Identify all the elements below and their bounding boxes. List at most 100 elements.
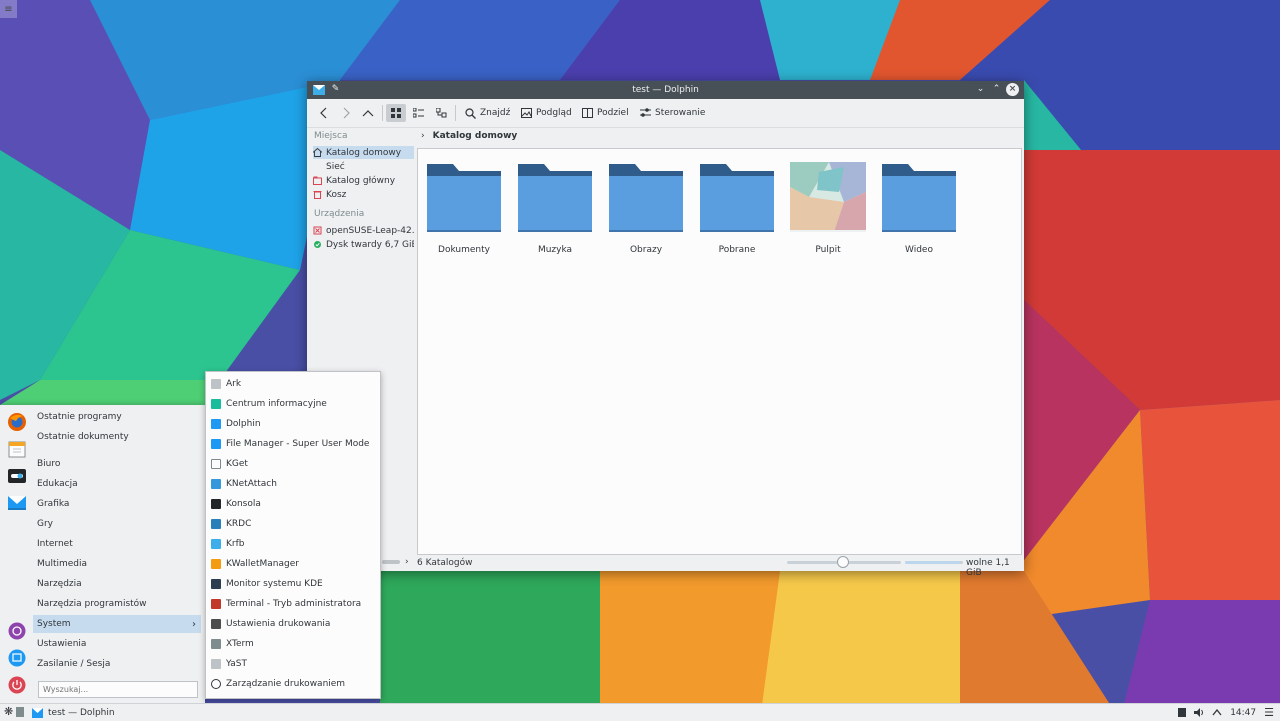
places-heading: Miejsca (314, 131, 348, 141)
menu-item-internet[interactable]: Internet (33, 535, 201, 553)
menu-item-graphics[interactable]: Grafika (33, 495, 201, 513)
menu-item-settings[interactable]: Ustawienia (33, 635, 201, 653)
split-button[interactable]: Podziel (582, 104, 629, 122)
task-dolphin[interactable]: test — Dolphin (32, 705, 115, 720)
details-view-button[interactable] (433, 104, 449, 122)
file-view[interactable]: Dokumenty Muzyka Obrazy Pobrane Pulpit W… (417, 148, 1022, 555)
favorite-dolphin[interactable] (3, 489, 31, 517)
volume-icon[interactable] (1194, 708, 1204, 717)
desktop-toolbox-button[interactable]: ≡ (0, 0, 17, 18)
compact-view-button[interactable] (410, 104, 426, 122)
menu-item-office[interactable]: Biuro (33, 455, 201, 473)
submenu-item-krfb[interactable]: Krfb (211, 535, 377, 553)
up-button[interactable] (360, 104, 376, 122)
submenu-item-info-center[interactable]: Centrum informacyjne (211, 395, 377, 413)
submenu-item-konsole[interactable]: Konsola (211, 495, 377, 513)
control-button[interactable]: Sterowanie (640, 104, 705, 122)
free-space-fill (905, 561, 961, 564)
find-button[interactable]: Znajdź (465, 104, 510, 122)
submenu-item-file-manager-su[interactable]: File Manager - Super User Mode (211, 435, 377, 453)
submenu-item-kget[interactable]: KGet (211, 455, 377, 473)
menu-item-system[interactable]: System › (33, 615, 201, 633)
favorite-settings[interactable] (3, 462, 31, 490)
breadcrumb[interactable]: › Katalog domowy (417, 127, 517, 145)
menu-item-development[interactable]: Narzędzia programistów (33, 595, 201, 613)
search-icon (465, 107, 476, 119)
submenu-item-label: KNetAttach (226, 479, 277, 489)
window-title: test — Dolphin (632, 85, 699, 95)
folder-item[interactable]: Dokumenty (424, 162, 504, 255)
status-chevron-icon: › (405, 557, 409, 567)
folder-item[interactable]: Pobrane (697, 162, 777, 255)
menu-item-label: Ostatnie dokumenty (37, 432, 129, 442)
network-icon[interactable] (1212, 709, 1222, 716)
network-icon (313, 162, 322, 171)
search-input[interactable] (38, 681, 198, 698)
folder-item[interactable]: Pulpit (788, 162, 868, 255)
menu-item-games[interactable]: Gry (33, 515, 201, 533)
system-monitor-icon (211, 579, 221, 589)
zoom-slider[interactable] (787, 556, 901, 568)
favorite-firefox[interactable] (3, 408, 31, 436)
menu-item-label: Grafika (37, 499, 70, 509)
folder-icon (425, 162, 503, 234)
submenu-item-print-management[interactable]: Zarządzanie drukowaniem (211, 675, 377, 693)
submenu-item-knetattach[interactable]: KNetAttach (211, 475, 377, 493)
app-launcher-icon[interactable]: ❋ (4, 705, 13, 718)
menu-item-multimedia[interactable]: Multimedia (33, 555, 201, 573)
submenu-item-ark[interactable]: Ark (211, 375, 377, 393)
menu-item-power-session[interactable]: Zasilanie / Sesja (33, 655, 201, 673)
preview-label: Podgląd (536, 108, 572, 118)
menu-item-education[interactable]: Edukacja (33, 475, 201, 493)
dolphin-icon (8, 496, 26, 510)
close-button[interactable]: × (1006, 83, 1019, 96)
submenu-item-krdc[interactable]: KRDC (211, 515, 377, 533)
breadcrumb-current[interactable]: Katalog domowy (433, 131, 518, 141)
panel-menu-icon[interactable]: ☰ (1264, 706, 1274, 719)
icons-view-button[interactable] (386, 104, 406, 122)
submenu-item-label: Ark (226, 379, 242, 389)
folder-item[interactable]: Wideo (879, 162, 959, 255)
submenu-item-root-terminal[interactable]: Terminal - Tryb administratora (211, 595, 377, 613)
favorite-calendar[interactable] (3, 435, 31, 463)
device-item-harddisk[interactable]: Dysk twardy 6,7 GiB (313, 238, 414, 251)
places-item-trash[interactable]: Kosz (313, 188, 414, 201)
minimize-button[interactable]: ⌄ (974, 83, 987, 96)
zoom-slider-handle[interactable] (837, 556, 849, 568)
places-scrollbar[interactable] (382, 560, 400, 564)
menu-item-label: Narzędzia programistów (37, 599, 147, 609)
places-item-network[interactable]: Sieć (313, 160, 414, 173)
menu-item-recent-docs[interactable]: Ostatnie dokumenty (33, 428, 201, 446)
submenu-item-print-settings[interactable]: Ustawienia drukowania (211, 615, 377, 633)
submenu-item-label: Terminal - Tryb administratora (226, 599, 362, 609)
device-item-label: openSUSE-Leap-42.1 (326, 225, 414, 236)
folder-item[interactable]: Obrazy (606, 162, 686, 255)
system-settings-icon (8, 469, 26, 483)
tree-view-icon (435, 107, 446, 117)
window-titlebar[interactable]: ✎ test — Dolphin ⌄ ⌃ × (307, 81, 1024, 99)
clipboard-icon[interactable] (1178, 708, 1187, 717)
menu-item-label: System (37, 619, 71, 629)
submenu-item-system-monitor[interactable]: Monitor systemu KDE (211, 575, 377, 593)
places-item-home[interactable]: Katalog domowy (313, 146, 414, 159)
maximize-button[interactable]: ⌃ (990, 83, 1003, 96)
submenu-item-dolphin[interactable]: Dolphin (211, 415, 377, 433)
forward-button[interactable] (338, 104, 354, 122)
places-item-root[interactable]: Katalog główny (313, 174, 414, 187)
breadcrumb-chevron-icon: › (421, 131, 425, 141)
submenu-item-label: XTerm (226, 639, 254, 649)
clock[interactable]: 14:47 (1230, 708, 1256, 718)
menu-item-recent-apps[interactable]: Ostatnie programy (33, 408, 201, 426)
submenu-item-yast[interactable]: YaST (211, 655, 377, 673)
menu-item-utilities[interactable]: Narzędzia (33, 575, 201, 593)
category-icon-settings (3, 617, 31, 645)
compact-list-icon (412, 107, 424, 117)
preview-button[interactable]: Podgląd (521, 104, 572, 122)
back-button[interactable] (315, 104, 331, 122)
submenu-item-kwallet[interactable]: KWalletManager (211, 555, 377, 573)
submenu-item-xterm[interactable]: XTerm (211, 635, 377, 653)
device-item-optical[interactable]: openSUSE-Leap-42.1 (313, 224, 414, 237)
submenu-item-label: Zarządzanie drukowaniem (226, 679, 346, 689)
pager-icon[interactable] (16, 707, 24, 717)
folder-item[interactable]: Muzyka (515, 162, 595, 255)
